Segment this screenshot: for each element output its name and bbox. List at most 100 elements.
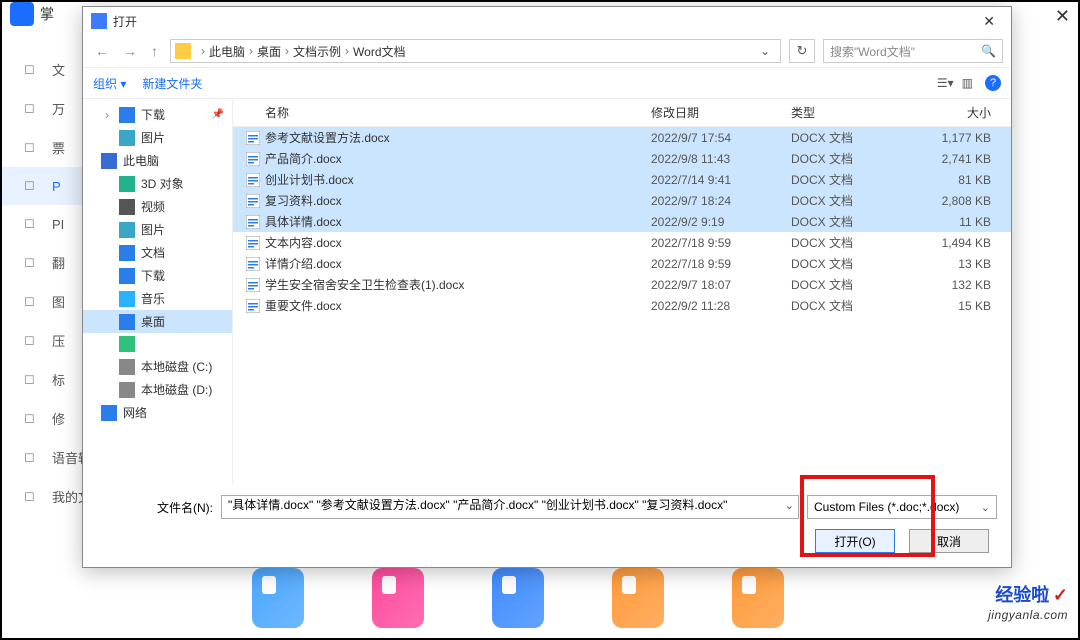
open-button[interactable]: 打开(O) bbox=[815, 529, 895, 553]
chevron-down-icon[interactable]: ⌄ bbox=[754, 44, 776, 58]
tree-item[interactable]: 桌面 bbox=[83, 310, 232, 333]
file-row[interactable]: 文本内容.docx2022/7/18 9:59DOCX 文档1,494 KB bbox=[233, 232, 1011, 253]
file-row[interactable]: 详情介绍.docx2022/7/18 9:59DOCX 文档13 KB bbox=[233, 253, 1011, 274]
doc-type-icon[interactable] bbox=[252, 568, 304, 628]
breadcrumb-segment[interactable]: 桌面 bbox=[257, 43, 281, 60]
tree-item[interactable]: 图片 bbox=[83, 126, 232, 149]
chevron-down-icon[interactable]: ⌄ bbox=[785, 499, 794, 512]
file-size: 132 KB bbox=[921, 278, 1001, 292]
search-input[interactable]: 搜索"Word文档" 🔍 bbox=[823, 39, 1003, 63]
docx-file-icon bbox=[245, 151, 261, 167]
tree-item[interactable]: 此电脑 bbox=[83, 149, 232, 172]
col-header-type[interactable]: 类型 bbox=[791, 104, 921, 121]
file-row[interactable]: 具体详情.docx2022/9/2 9:19DOCX 文档11 KB bbox=[233, 211, 1011, 232]
file-type: DOCX 文档 bbox=[791, 276, 921, 293]
filename-input[interactable]: "具体详情.docx" "参考文献设置方法.docx" "产品简介.docx" … bbox=[221, 495, 799, 519]
details-view-icon[interactable]: ▥ bbox=[958, 76, 977, 90]
breadcrumb-segment[interactable]: 文档示例 bbox=[293, 43, 341, 60]
col-header-date[interactable]: 修改日期 bbox=[651, 104, 791, 121]
file-name: 产品简介.docx bbox=[265, 150, 651, 167]
open-dialog: 打开 ✕ ← → ↑ ›此电脑›桌面›文档示例›Word文档⌄ ↻ 搜索"Wor… bbox=[82, 6, 1012, 568]
file-date: 2022/9/7 18:24 bbox=[651, 194, 791, 208]
bookmark-icon: ◻ bbox=[24, 371, 42, 389]
drive-icon bbox=[119, 382, 135, 398]
nav-forward-icon[interactable]: → bbox=[119, 41, 141, 61]
file-list-panel: 名称 修改日期 类型 大小 参考文献设置方法.docx2022/9/7 17:5… bbox=[233, 99, 1011, 485]
ticket-icon: ◻ bbox=[24, 139, 42, 157]
file-name: 详情介绍.docx bbox=[265, 255, 651, 272]
dialog-close-icon[interactable]: ✕ bbox=[975, 11, 1003, 32]
file-rows: 参考文献设置方法.docx2022/9/7 17:54DOCX 文档1,177 … bbox=[233, 127, 1011, 485]
file-name: 文本内容.docx bbox=[265, 234, 651, 251]
file-row[interactable]: 学生安全宿舍安全卫生检查表(1).docx2022/9/7 18:07DOCX … bbox=[233, 274, 1011, 295]
file-name: 学生安全宿舍安全卫生检查表(1).docx bbox=[265, 276, 651, 293]
tree-item[interactable]: 文档 bbox=[83, 241, 232, 264]
file-date: 2022/9/7 18:07 bbox=[651, 278, 791, 292]
list-view-icon[interactable]: ☰▾ bbox=[933, 76, 958, 90]
file-name: 具体详情.docx bbox=[265, 213, 651, 230]
tree-item[interactable] bbox=[83, 333, 232, 355]
tree-item-label: 下载 bbox=[141, 267, 165, 284]
expand-icon[interactable]: › bbox=[105, 108, 109, 122]
bg-close-icon[interactable]: ✕ bbox=[1055, 6, 1070, 27]
tree-item[interactable]: 下载 bbox=[83, 264, 232, 287]
refresh-button[interactable]: ↻ bbox=[789, 39, 815, 63]
view-mode-icons[interactable]: ☰▾▥ bbox=[933, 76, 977, 90]
tree-item[interactable]: 网络 bbox=[83, 401, 232, 424]
organize-button[interactable]: 组织 ▾ bbox=[93, 75, 126, 92]
tree-item[interactable]: 视频 bbox=[83, 195, 232, 218]
doc-type-icon[interactable] bbox=[492, 568, 544, 628]
file-row[interactable]: 创业计划书.docx2022/7/14 9:41DOCX 文档81 KB bbox=[233, 169, 1011, 190]
doc-type-icon[interactable] bbox=[732, 568, 784, 628]
dialog-body: ›下载📌图片此电脑3D 对象视频图片文档下载音乐桌面本地磁盘 (C:)本地磁盘 … bbox=[83, 99, 1011, 485]
cancel-button[interactable]: 取消 bbox=[909, 529, 989, 553]
tree-item[interactable]: 音乐 bbox=[83, 287, 232, 310]
desktop-icon bbox=[119, 314, 135, 330]
file-date: 2022/7/14 9:41 bbox=[651, 173, 791, 187]
tree-item[interactable]: 图片 bbox=[83, 218, 232, 241]
file-name: 参考文献设置方法.docx bbox=[265, 129, 651, 146]
tree-item-label: 图片 bbox=[141, 129, 165, 146]
nav-up-icon[interactable]: ↑ bbox=[147, 41, 162, 61]
chevron-right-icon: › bbox=[345, 44, 349, 58]
file-row[interactable]: 参考文献设置方法.docx2022/9/7 17:54DOCX 文档1,177 … bbox=[233, 127, 1011, 148]
help-icon[interactable]: ? bbox=[985, 75, 1001, 91]
download-icon bbox=[119, 107, 135, 123]
file-name: 创业计划书.docx bbox=[265, 171, 651, 188]
file-type-filter[interactable]: Custom Files (*.doc;*.docx) ⌄ bbox=[807, 495, 997, 519]
doc-type-icon[interactable] bbox=[372, 568, 424, 628]
video-icon bbox=[119, 199, 135, 215]
sidebar-item-label: 图 bbox=[52, 292, 65, 311]
tree-item[interactable]: 3D 对象 bbox=[83, 172, 232, 195]
folder-tree: ›下载📌图片此电脑3D 对象视频图片文档下载音乐桌面本地磁盘 (C:)本地磁盘 … bbox=[83, 99, 233, 485]
breadcrumb-segment[interactable]: Word文档 bbox=[353, 43, 405, 60]
dialog-toolbar: 组织 ▾ 新建文件夹 ☰▾▥ ? bbox=[83, 67, 1011, 99]
breadcrumb-segment[interactable]: 此电脑 bbox=[209, 43, 245, 60]
breadcrumb[interactable]: ›此电脑›桌面›文档示例›Word文档⌄ bbox=[170, 39, 781, 63]
col-header-name[interactable]: 名称 bbox=[245, 104, 651, 121]
file-row[interactable]: 重要文件.docx2022/9/2 11:28DOCX 文档15 KB bbox=[233, 295, 1011, 316]
new-folder-button[interactable]: 新建文件夹 bbox=[142, 75, 202, 92]
tree-item[interactable]: 本地磁盘 (D:) bbox=[83, 378, 232, 401]
docx-file-icon bbox=[245, 277, 261, 293]
file-date: 2022/9/8 11:43 bbox=[651, 152, 791, 166]
3d-icon bbox=[119, 176, 135, 192]
file-size: 2,808 KB bbox=[921, 194, 1001, 208]
doc-type-icon[interactable] bbox=[612, 568, 664, 628]
docx-file-icon bbox=[245, 235, 261, 251]
tree-item-label: 本地磁盘 (D:) bbox=[141, 381, 212, 398]
tree-item[interactable]: 本地磁盘 (C:) bbox=[83, 355, 232, 378]
tree-item-label: 音乐 bbox=[141, 290, 165, 307]
sidebar-item-label: PI bbox=[52, 217, 64, 232]
file-type: DOCX 文档 bbox=[791, 255, 921, 272]
col-header-size[interactable]: 大小 bbox=[921, 104, 1001, 121]
chevron-down-icon: ▾ bbox=[120, 77, 126, 91]
clock-icon: ◻ bbox=[24, 215, 42, 233]
bg-logo-icon bbox=[10, 2, 34, 26]
tree-item-label: 网络 bbox=[123, 404, 147, 421]
file-type: DOCX 文档 bbox=[791, 234, 921, 251]
file-row[interactable]: 复习资料.docx2022/9/7 18:24DOCX 文档2,808 KB bbox=[233, 190, 1011, 211]
tree-item[interactable]: ›下载📌 bbox=[83, 103, 232, 126]
file-row[interactable]: 产品简介.docx2022/9/8 11:43DOCX 文档2,741 KB bbox=[233, 148, 1011, 169]
nav-back-icon[interactable]: ← bbox=[91, 41, 113, 61]
